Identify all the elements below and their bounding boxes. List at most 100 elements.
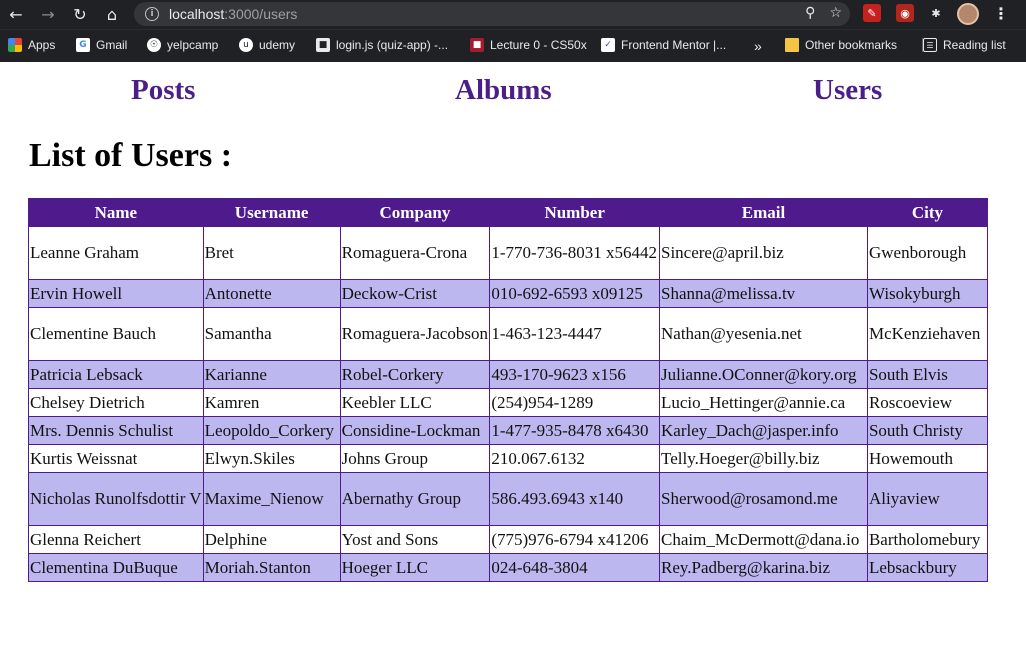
forward-arrow-icon[interactable]: → — [38, 4, 58, 24]
cell-username: Bret — [202, 226, 341, 280]
bookmark-label: yelpcamp — [167, 38, 219, 52]
column-header-name: Name — [28, 198, 204, 227]
bookmark-label: Gmail — [96, 38, 128, 52]
bookmark-label: Lecture 0 - CS50x — [490, 38, 587, 52]
bookmark-udemy[interactable]: u udemy — [239, 38, 295, 52]
cell-company: Considine-Lockman — [339, 416, 491, 445]
cell-name: Clementine Bauch — [28, 307, 204, 361]
cell-city: Roscoeview — [866, 388, 989, 417]
extension-red-icon[interactable]: ✎ — [863, 4, 881, 22]
page-icon: ■ — [316, 38, 330, 52]
bookmark-cs50x[interactable]: ■ Lecture 0 - CS50x — [470, 38, 587, 52]
cell-name: Mrs. Dennis Schulist — [28, 416, 204, 445]
cell-city: McKenziehaven — [866, 307, 989, 361]
cell-name: Nicholas Runolfsdottir V — [28, 472, 204, 526]
bookmark-login-js[interactable]: ■ login.js (quiz-app) -... — [316, 38, 448, 52]
cell-name: Leanne Graham — [28, 226, 204, 280]
cell-city: Aliyaview — [866, 472, 989, 526]
extensions-puzzle-icon[interactable]: ✱ — [927, 4, 945, 22]
cell-email: Sherwood@rosamond.me — [659, 472, 868, 526]
table-row: Kurtis Weissnat Elwyn.Skiles Johns Group… — [28, 444, 989, 473]
bookmark-label: Reading list — [943, 38, 1006, 52]
table-row: Patricia Lebsack Karianne Robel-Corkery … — [28, 360, 989, 389]
cell-company: Yost and Sons — [339, 525, 491, 554]
table-row: Mrs. Dennis Schulist Leopoldo_Corkery Co… — [28, 416, 989, 445]
cell-number: 1-770-736-8031 x56442 — [489, 226, 660, 280]
cell-username: Maxime_Nienow — [202, 472, 341, 526]
zoom-icon[interactable]: ⚲ — [805, 5, 815, 21]
cell-city: South Christy — [866, 416, 989, 445]
reload-icon[interactable]: ↻ — [70, 4, 90, 24]
apps-grid-icon — [8, 38, 22, 52]
cell-email: Julianne.OConner@kory.org — [659, 360, 868, 389]
cell-email: Shanna@melissa.tv — [659, 279, 868, 308]
bookmark-frontend-mentor[interactable]: ✓ Frontend Mentor |... — [601, 38, 726, 52]
reading-list-button[interactable]: ☰ Reading list — [922, 38, 1006, 52]
cell-email: Chaim_McDermott@dana.io — [659, 525, 868, 554]
back-arrow-icon[interactable]: ← — [6, 4, 26, 24]
bookmark-label: udemy — [259, 38, 296, 52]
cell-company: Abernathy Group — [339, 472, 491, 526]
cell-email: Telly.Hoeger@billy.biz — [659, 444, 868, 473]
cell-username: Delphine — [202, 525, 341, 554]
cell-name: Kurtis Weissnat — [28, 444, 204, 473]
globe-icon: ☉ — [147, 38, 161, 52]
cell-number: 010-692-6593 x09125 — [489, 279, 660, 308]
bookmark-other[interactable]: Other bookmarks — [785, 38, 897, 52]
harvard-icon: ■ — [470, 38, 484, 52]
cell-name: Ervin Howell — [28, 279, 204, 308]
page-nav: Posts Albums Users — [0, 62, 1026, 122]
profile-avatar[interactable] — [957, 3, 979, 25]
cell-company: Romaguera-Jacobson — [339, 307, 491, 361]
address-bar[interactable]: i localhost:3000/users ⚲ ☆ — [134, 2, 850, 26]
cell-number: 586.493.6943 x140 — [489, 472, 660, 526]
extension-monster-icon[interactable]: ◉ — [896, 4, 914, 22]
table-row: Ervin Howell Antonette Deckow-Crist 010-… — [28, 279, 989, 308]
bookmark-yelpcamp[interactable]: ☉ yelpcamp — [147, 38, 218, 52]
cell-company: Romaguera-Crona — [339, 226, 491, 280]
cell-number: 493-170-9623 x156 — [489, 360, 660, 389]
cell-company: Keebler LLC — [339, 388, 491, 417]
bookmark-apps[interactable]: Apps — [8, 38, 55, 52]
column-header-company: Company — [339, 198, 491, 227]
google-icon: G — [76, 38, 90, 52]
cell-city: Howemouth — [866, 444, 989, 473]
cell-name: Chelsey Dietrich — [28, 388, 204, 417]
cell-username: Samantha — [202, 307, 341, 361]
more-bookmarks-label: » — [754, 38, 762, 54]
cell-city: Gwenborough — [866, 226, 989, 280]
bookmark-star-icon[interactable]: ☆ — [829, 5, 842, 21]
bookmark-gmail[interactable]: G Gmail — [76, 38, 127, 52]
more-bookmarks-button[interactable]: » — [754, 38, 762, 54]
table-row: Clementina DuBuque Moriah.Stanton Hoeger… — [28, 553, 989, 582]
column-header-number: Number — [489, 198, 660, 227]
cell-username: Moriah.Stanton — [202, 553, 341, 582]
cell-city: Lebsackbury — [866, 553, 989, 582]
column-header-username: Username — [202, 198, 341, 227]
cell-city: South Elvis — [866, 360, 989, 389]
cell-username: Karianne — [202, 360, 341, 389]
site-info-icon[interactable]: i — [145, 7, 159, 21]
users-table: Name Username Company Number Email City … — [28, 198, 989, 582]
nav-link-users[interactable]: Users — [813, 74, 882, 107]
bookmark-label: login.js (quiz-app) -... — [336, 38, 449, 52]
nav-link-albums[interactable]: Albums — [455, 74, 552, 107]
column-header-email: Email — [659, 198, 868, 227]
cell-username: Leopoldo_Corkery — [202, 416, 341, 445]
nav-link-posts[interactable]: Posts — [131, 74, 195, 107]
table-row: Nicholas Runolfsdottir V Maxime_Nienow A… — [28, 472, 989, 526]
bookmark-label: Apps — [28, 38, 56, 52]
cell-email: Rey.Padberg@karina.biz — [659, 553, 868, 582]
cell-username: Antonette — [202, 279, 341, 308]
table-row: Glenna Reichert Delphine Yost and Sons (… — [28, 525, 989, 554]
cell-email: Sincere@april.biz — [659, 226, 868, 280]
browser-menu-icon[interactable]: ⋮ — [993, 4, 1009, 23]
cell-company: Deckow-Crist — [339, 279, 491, 308]
cell-number: 1-463-123-4447 — [489, 307, 660, 361]
cell-email: Karley_Dach@jasper.info — [659, 416, 868, 445]
cell-name: Glenna Reichert — [28, 525, 204, 554]
home-icon[interactable]: ⌂ — [102, 4, 122, 24]
bookmarks-bar: Apps G Gmail ☉ yelpcamp u udemy ■ login.… — [0, 29, 1026, 62]
frontend-mentor-icon: ✓ — [601, 38, 615, 52]
cell-number: (254)954-1289 — [489, 388, 660, 417]
